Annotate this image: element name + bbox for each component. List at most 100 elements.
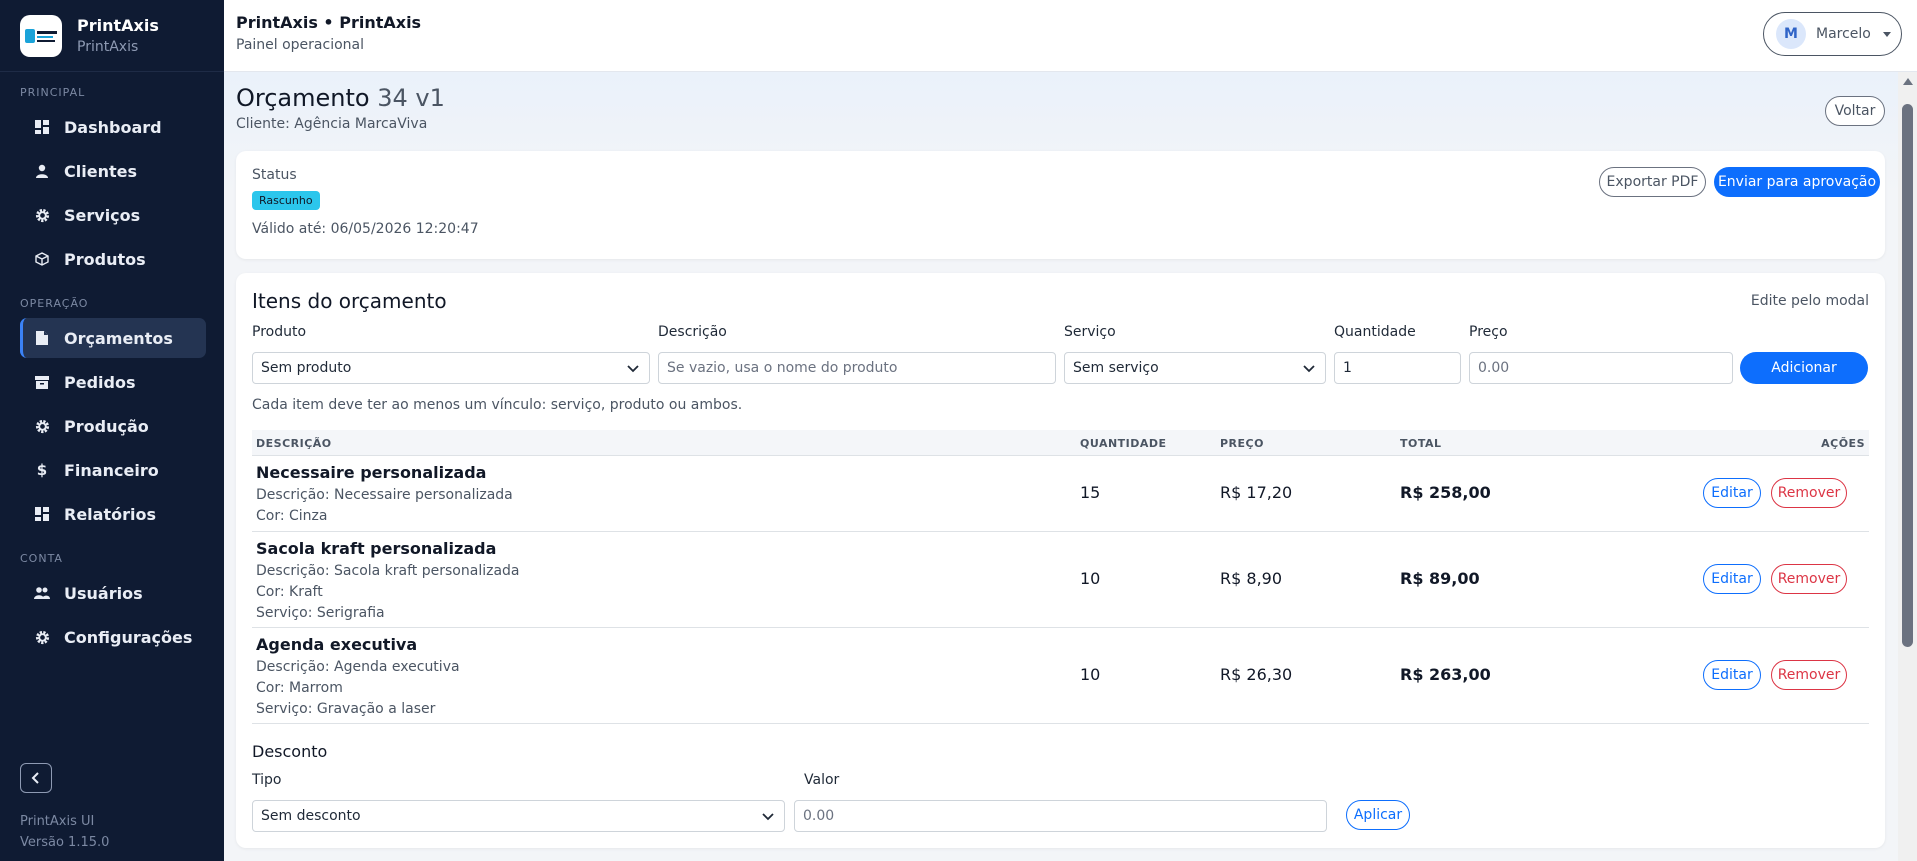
servico-label: Serviço <box>1064 324 1116 340</box>
item-price: R$ 8,90 <box>1220 569 1283 588</box>
status-label: Status <box>252 167 297 183</box>
sidebar-item-label: Produção <box>64 416 149 436</box>
sidebar-item-orcamentos[interactable]: Orçamentos <box>20 318 206 358</box>
sidebar-item-label: Configurações <box>64 627 193 647</box>
item-name: Sacola kraft personalizada <box>256 539 497 558</box>
item-detail: Cor: Marrom <box>256 680 343 696</box>
item-quantity: 10 <box>1080 665 1101 684</box>
item-detail: Descrição: Agenda executiva <box>256 659 460 675</box>
sidebar-item-label: Serviços <box>64 205 141 225</box>
sidebar-item-relatorios[interactable]: Relatórios <box>20 494 206 534</box>
quantidade-label: Quantidade <box>1334 324 1416 340</box>
item-total: R$ 89,00 <box>1400 569 1480 588</box>
remove-item-button[interactable]: Remover <box>1771 660 1847 690</box>
sidebar-item-configuracoes[interactable]: Configurações <box>20 617 206 657</box>
page-scrollbar[interactable] <box>1898 72 1917 861</box>
send-for-approval-button[interactable]: Enviar para aprovação <box>1714 167 1880 197</box>
discount-value-input[interactable]: 0.00 <box>794 800 1327 832</box>
valid-until: Válido até: 06/05/2026 12:20:47 <box>252 221 479 237</box>
user-name: Marcelo <box>1816 26 1871 42</box>
archive-icon <box>34 374 50 390</box>
caret-down-icon <box>1882 31 1891 37</box>
section-label-principal: PRINCIPAL <box>20 86 86 99</box>
descricao-label: Descrição <box>658 324 727 340</box>
item-quantity: 10 <box>1080 569 1101 588</box>
user-menu-button[interactable]: M Marcelo <box>1763 12 1902 56</box>
sidebar-item-label: Clientes <box>64 161 137 181</box>
scroll-up-arrow-icon[interactable] <box>1903 78 1913 85</box>
edit-item-button[interactable]: Editar <box>1703 478 1761 508</box>
sidebar-item-pedidos[interactable]: Pedidos <box>20 362 206 402</box>
item-rule-note: Cada item deve ter ao menos um vínculo: … <box>252 397 743 413</box>
add-item-button[interactable]: Adicionar <box>1740 352 1868 384</box>
sidebar-item-label: Pedidos <box>64 372 136 392</box>
servico-select[interactable]: Sem serviço <box>1064 352 1326 384</box>
column-header-descricao: DESCRIÇÃO <box>256 437 332 450</box>
edit-item-button[interactable]: Editar <box>1703 660 1761 690</box>
avatar: M <box>1776 19 1806 49</box>
collapse-sidebar-button[interactable] <box>20 763 52 793</box>
item-detail: Cor: Cinza <box>256 508 328 524</box>
header-subtitle: Painel operacional <box>236 37 365 53</box>
chevron-down-icon <box>762 810 774 826</box>
grid-icon <box>34 119 50 135</box>
sidebar-item-produtos[interactable]: Produtos <box>20 239 206 279</box>
apply-discount-button[interactable]: Aplicar <box>1346 800 1410 830</box>
items-hint: Edite pelo modal <box>1750 293 1869 309</box>
client-name: Cliente: Agência MarcaViva <box>236 116 428 132</box>
preco-input[interactable]: 0.00 <box>1469 352 1733 384</box>
export-pdf-button[interactable]: Exportar PDF <box>1599 167 1706 197</box>
sidebar-item-servicos[interactable]: Serviços <box>20 195 206 235</box>
section-label-operacao: OPERAÇÃO <box>20 297 89 310</box>
items-title: Itens do orçamento <box>252 289 447 313</box>
item-total: R$ 263,00 <box>1400 665 1491 684</box>
items-card: Itens do orçamento Edite pelo modal Prod… <box>236 273 1885 848</box>
sidebar-item-clientes[interactable]: Clientes <box>20 151 206 191</box>
item-detail: Descrição: Sacola kraft personalizada <box>256 563 520 579</box>
quantidade-input[interactable]: 1 <box>1334 352 1461 384</box>
page-title-label: Orçamento <box>236 84 370 112</box>
table-header: DESCRIÇÃO QUANTIDADE PREÇO TOTAL AÇÕES <box>252 430 1869 456</box>
column-header-total: TOTAL <box>1400 437 1442 450</box>
edit-item-button[interactable]: Editar <box>1703 564 1761 594</box>
servico-select-value: Sem serviço <box>1073 360 1159 376</box>
table-row: Sacola kraft personalizada Descrição: Sa… <box>252 532 1869 628</box>
discount-value-label: Valor <box>804 772 840 788</box>
sidebar-footer: PrintAxis UI Versão 1.15.0 <box>20 811 109 853</box>
item-price: R$ 17,20 <box>1220 483 1293 502</box>
box-icon <box>34 251 50 267</box>
discount-type-select[interactable]: Sem desconto <box>252 800 785 832</box>
sidebar-item-financeiro[interactable]: $ Financeiro <box>20 450 206 490</box>
item-name: Necessaire personalizada <box>256 463 487 482</box>
sidebar-item-producao[interactable]: Produção <box>20 406 206 446</box>
produto-select[interactable]: Sem produto <box>252 352 650 384</box>
sidebar-item-usuarios[interactable]: Usuários <box>20 573 206 613</box>
column-header-preco: PREÇO <box>1220 437 1264 450</box>
remove-item-button[interactable]: Remover <box>1771 564 1847 594</box>
users-icon <box>34 585 50 601</box>
item-quantity: 15 <box>1080 483 1101 502</box>
sidebar-item-dashboard[interactable]: Dashboard <box>20 107 206 147</box>
produto-label: Produto <box>252 324 307 340</box>
remove-item-button[interactable]: Remover <box>1771 478 1847 508</box>
discount-title: Desconto <box>252 742 328 761</box>
back-button[interactable]: Voltar <box>1825 96 1885 126</box>
status-badge: Rascunho <box>252 191 320 210</box>
gear-icon <box>34 418 50 434</box>
header-title: PrintAxis • PrintAxis <box>236 13 422 32</box>
item-total: R$ 258,00 <box>1400 483 1491 502</box>
user-icon <box>34 163 50 179</box>
table-row: Necessaire personalizada Descrição: Nece… <box>252 456 1869 532</box>
item-detail: Serviço: Gravação a laser <box>256 701 436 717</box>
sidebar-item-label: Dashboard <box>64 117 162 137</box>
item-price: R$ 26,30 <box>1220 665 1293 684</box>
brand-subtitle: PrintAxis <box>77 39 139 55</box>
sidebar-item-label: Usuários <box>64 583 143 603</box>
sidebar-item-label: Orçamentos <box>64 328 173 348</box>
item-detail: Cor: Kraft <box>256 584 323 600</box>
brand-logo <box>20 14 62 57</box>
scrollbar-thumb[interactable] <box>1902 104 1913 647</box>
descricao-input[interactable]: Se vazio, usa o nome do produto <box>658 352 1056 384</box>
item-detail: Serviço: Serigrafia <box>256 605 385 621</box>
chevron-left-icon <box>31 769 41 788</box>
